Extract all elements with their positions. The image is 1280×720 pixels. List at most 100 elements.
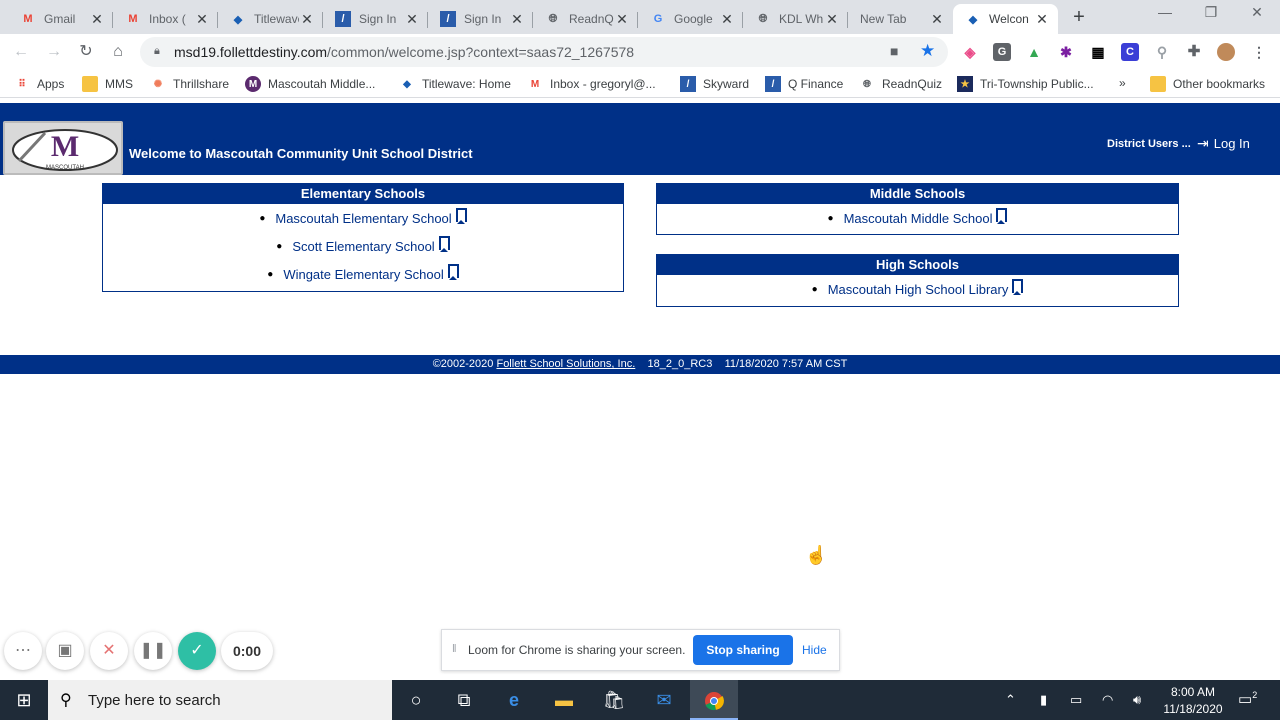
avatar[interactable] — [1217, 43, 1235, 61]
taskbar-search[interactable]: ⚲ Type here to search — [48, 680, 392, 720]
task-view-icon[interactable]: ⧉ — [440, 680, 488, 720]
loom-more-button[interactable]: ⋯ — [4, 632, 42, 670]
loom-pause-button[interactable]: ❚❚ — [134, 632, 172, 670]
camera-icon[interactable]: ■ — [890, 43, 898, 59]
wifi-icon[interactable]: ◠ — [1102, 692, 1113, 708]
restore-icon[interactable]: ❐ — [1188, 4, 1234, 21]
tab-gmail[interactable]: M Gmail ✕ — [8, 4, 113, 34]
tab-kdl[interactable]: 🌐︎ KDL Wh ✕ — [743, 4, 848, 34]
school-link-wingate-elementary[interactable]: Wingate Elementary School — [283, 267, 443, 282]
bookmark-mms[interactable]: MMS — [82, 76, 133, 92]
bookmark-star-icon[interactable]: ★ — [920, 41, 935, 61]
gmail-icon: M — [128, 13, 138, 25]
district-logo[interactable]: M MASCOUTAH — [3, 121, 123, 175]
back-arrow-icon[interactable]: ← — [10, 41, 32, 63]
loom-extension-icon[interactable]: ◈ — [961, 43, 979, 61]
qr-code-icon[interactable]: ▦ — [1089, 43, 1107, 61]
list-item: ● Mascoutah Middle School — [657, 204, 1178, 232]
elementary-schools-panel: Elementary Schools ● Mascoutah Elementary… — [102, 183, 624, 292]
system-clock[interactable]: 8:00 AM 11/18/2020 — [1160, 684, 1226, 718]
tab-sign-in-1[interactable]: / Sign In ✕ — [323, 4, 428, 34]
microphone-icon[interactable]: ▮ — [1040, 692, 1047, 708]
bookmark-tri-township[interactable]: ★ Tri-Township Public... — [957, 76, 1094, 92]
search-extension-icon[interactable]: ⚲ — [1153, 43, 1171, 61]
tab-google[interactable]: G Google ✕ — [638, 4, 743, 34]
district-users-link[interactable]: District Users ... — [1107, 138, 1191, 150]
new-tab-button[interactable]: + — [1068, 6, 1090, 28]
close-icon[interactable]: ✕ — [824, 11, 840, 28]
forward-arrow-icon[interactable]: → — [43, 41, 65, 63]
close-icon[interactable]: ✕ — [929, 11, 945, 28]
battery-icon[interactable]: ▭ — [1070, 692, 1082, 708]
drag-handle-icon[interactable]: ‖ — [452, 643, 457, 655]
grammar-extension-icon[interactable]: G — [993, 43, 1011, 61]
tab-titlewave[interactable]: ◆ Titlewave ✕ — [218, 4, 323, 34]
notifications-icon[interactable]: ▭2 — [1238, 690, 1257, 708]
follett-link[interactable]: Follett School Solutions, Inc. — [496, 358, 635, 370]
bookmarks-overflow-button[interactable]: » — [1119, 76, 1126, 90]
reload-icon[interactable]: ↻ — [75, 41, 97, 63]
close-icon[interactable]: ✕ — [719, 11, 735, 28]
school-link-scott-elementary[interactable]: Scott Elementary School — [292, 239, 434, 254]
panel-heading: High Schools — [657, 255, 1178, 275]
site-header: M MASCOUTAH Welcome to Mascoutah Communi… — [0, 103, 1280, 175]
bookmark-mascoutah-middle[interactable]: M Mascoutah Middle... — [245, 76, 375, 92]
close-icon[interactable]: ✕ — [509, 11, 525, 28]
school-link-mascoutah-middle[interactable]: Mascoutah Middle School — [844, 211, 993, 226]
window-close-icon[interactable]: ✕ — [1234, 4, 1280, 21]
bookmark-q-finance[interactable]: / Q Finance — [765, 76, 843, 92]
tab-readnquiz[interactable]: 🌐︎ ReadnQ ✕ — [533, 4, 638, 34]
bookmark-icon[interactable] — [438, 236, 450, 252]
bookmark-apps[interactable]: ⠿ Apps — [14, 76, 64, 92]
volume-icon[interactable]: 🔊︎ — [1133, 692, 1141, 708]
edge-icon[interactable]: e — [490, 680, 538, 720]
bookmark-icon[interactable] — [1012, 279, 1024, 295]
bookmark-thrillshare[interactable]: ✺ Thrillshare — [150, 76, 229, 92]
page-content: M MASCOUTAH Welcome to Mascoutah Communi… — [0, 99, 1280, 679]
cortana-icon[interactable]: ○ — [392, 680, 440, 720]
file-explorer-icon[interactable]: ▬ — [540, 680, 588, 720]
bookmark-readnquiz[interactable]: 🌐︎ ReadnQuiz — [859, 76, 942, 92]
stop-sharing-button[interactable]: Stop sharing — [693, 635, 793, 665]
close-icon[interactable]: ✕ — [299, 11, 315, 28]
drive-icon[interactable]: ▲ — [1025, 43, 1043, 61]
bookmark-inbox[interactable]: M Inbox - gregoryl@... — [527, 76, 656, 92]
bookmark-icon[interactable] — [455, 208, 467, 224]
close-icon[interactable]: ✕ — [614, 11, 630, 28]
bookmark-titlewave[interactable]: ◆ Titlewave: Home — [399, 76, 511, 92]
store-icon[interactable]: 🛍︎ — [590, 680, 638, 720]
close-icon[interactable]: ✕ — [89, 11, 105, 28]
lock-icon[interactable]: 🔒︎ — [154, 45, 160, 58]
chrome-icon[interactable] — [690, 680, 738, 720]
menu-dots-icon[interactable]: ⋮ — [1250, 43, 1268, 61]
loom-cancel-button[interactable]: ✕ — [90, 632, 128, 670]
tab-inbox[interactable]: M Inbox ( ✕ — [113, 4, 218, 34]
tab-new-tab[interactable]: New Tab ✕ — [848, 4, 953, 34]
bookmark-icon[interactable] — [996, 208, 1008, 224]
close-icon[interactable]: ✕ — [404, 11, 420, 28]
bookmark-skyward[interactable]: / Skyward — [680, 76, 749, 92]
url-text[interactable]: msd19.follettdestiny.com/common/welcome.… — [174, 44, 634, 60]
tab-welcome[interactable]: ◆ Welcon ✕ — [953, 4, 1058, 34]
tab-sign-in-2[interactable]: / Sign In ✕ — [428, 4, 533, 34]
close-icon[interactable]: ✕ — [194, 11, 210, 28]
bookmark-other[interactable]: Other bookmarks — [1150, 76, 1265, 92]
minimize-icon[interactable]: — — [1142, 4, 1188, 20]
c-extension-icon[interactable]: C — [1121, 43, 1139, 61]
school-link-mascoutah-elementary[interactable]: Mascoutah Elementary School — [275, 211, 451, 226]
login-icon: ⇥ — [1197, 135, 1209, 151]
close-icon[interactable]: ✕ — [1034, 11, 1050, 28]
hide-button[interactable]: Hide — [802, 643, 827, 657]
loom-camera-button[interactable]: ▣ — [46, 632, 84, 670]
extensions-puzzle-icon[interactable]: ✚ — [1185, 43, 1203, 61]
home-icon[interactable]: ⌂ — [107, 41, 129, 63]
mail-icon[interactable]: ✉ — [640, 680, 688, 720]
flower-extension-icon[interactable]: ✱ — [1057, 43, 1075, 61]
bookmark-icon[interactable] — [447, 264, 459, 280]
login-link[interactable]: ⇥ Log In — [1197, 135, 1250, 152]
school-link-mascoutah-high-library[interactable]: Mascoutah High School Library — [828, 282, 1009, 297]
tray-chevron-icon[interactable]: ⌃ — [1005, 692, 1016, 708]
loom-finish-button[interactable]: ✓ — [178, 632, 216, 670]
address-bar[interactable]: 🔒︎ msd19.follettdestiny.com/common/welco… — [140, 37, 948, 67]
windows-start-icon[interactable]: ⊞ — [0, 680, 48, 720]
